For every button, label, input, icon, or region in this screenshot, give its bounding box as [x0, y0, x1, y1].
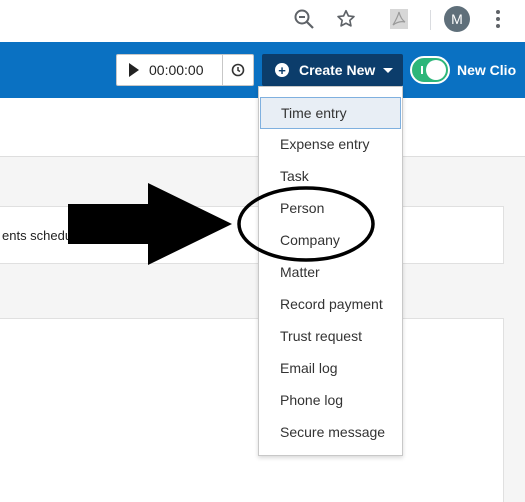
menu-item-company[interactable]: Company [259, 224, 402, 256]
new-clio-toggle[interactable] [410, 56, 450, 84]
create-new-button[interactable]: + Create New [262, 54, 403, 86]
play-icon [129, 63, 139, 77]
menu-item-trust-request[interactable]: Trust request [259, 320, 402, 352]
caret-down-icon [383, 67, 394, 73]
timer-start-button[interactable]: 00:00:00 [117, 55, 223, 85]
content-card [0, 318, 504, 502]
pdf-extension-icon[interactable] [387, 6, 411, 32]
avatar[interactable]: M [444, 6, 470, 32]
menu-item-person[interactable]: Person [259, 192, 402, 224]
menu-item-time-entry[interactable]: Time entry [260, 97, 401, 129]
toolbar-divider [430, 10, 431, 30]
menu-item-matter[interactable]: Matter [259, 256, 402, 288]
clock-icon [231, 63, 245, 77]
star-icon[interactable] [334, 6, 358, 32]
plus-circle-icon: + [275, 63, 289, 77]
timer-widget: 00:00:00 [116, 54, 254, 86]
browser-toolbar: M [0, 0, 525, 43]
menu-item-expense-entry[interactable]: Expense entry [259, 128, 402, 160]
events-card: ents schedu [0, 206, 504, 264]
create-new-menu: Time entry Expense entry Task Person Com… [258, 86, 403, 456]
new-clio-label: New Clio [457, 62, 517, 78]
menu-item-record-payment[interactable]: Record payment [259, 288, 402, 320]
menu-item-secure-message[interactable]: Secure message [259, 416, 402, 448]
timer-clock-button[interactable] [223, 63, 253, 77]
menu-item-phone-log[interactable]: Phone log [259, 384, 402, 416]
toggle-on-mark [421, 66, 423, 74]
toggle-knob [426, 60, 446, 80]
events-card-text: ents schedu [2, 228, 73, 243]
menu-item-task[interactable]: Task [259, 160, 402, 192]
more-vert-icon[interactable] [488, 6, 508, 32]
create-new-label: Create New [299, 62, 376, 78]
zoom-out-icon[interactable] [292, 6, 316, 32]
menu-item-email-log[interactable]: Email log [259, 352, 402, 384]
timer-value: 00:00:00 [149, 62, 204, 78]
